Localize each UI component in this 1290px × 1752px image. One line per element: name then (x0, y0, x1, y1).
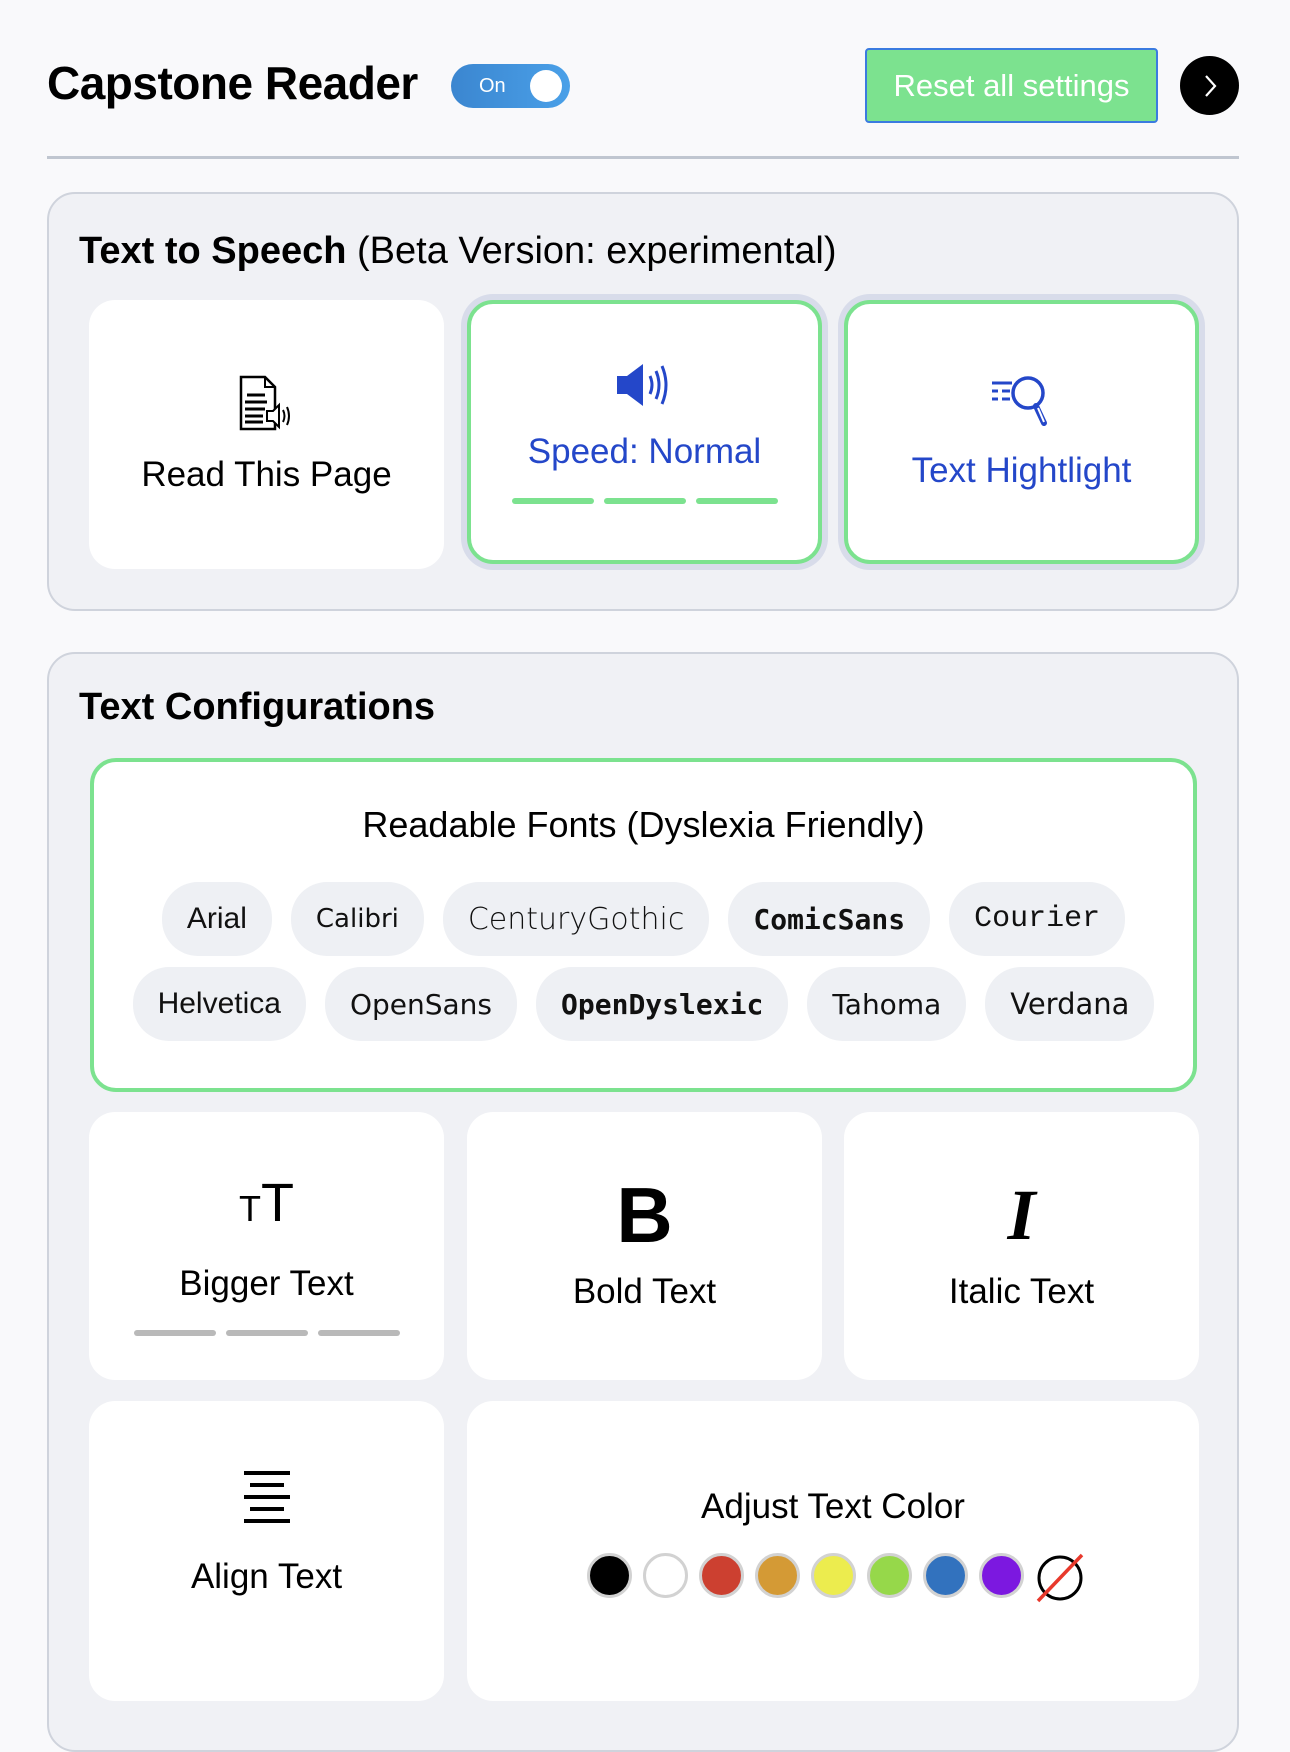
color-swatch[interactable] (810, 1553, 856, 1598)
color-swatch[interactable] (922, 1553, 968, 1598)
chevron-right-icon (1204, 74, 1216, 97)
magnifier-icon (991, 376, 1047, 426)
font-option-comicsans[interactable]: ComicSans (728, 882, 931, 956)
divider (47, 156, 1239, 159)
level-segment (695, 498, 778, 504)
card-label: Bigger Text (179, 1264, 354, 1303)
italic-text-card[interactable]: I Italic Text (844, 1112, 1199, 1380)
text-size-level-indicator (133, 1330, 400, 1336)
level-segment (511, 498, 594, 504)
level-segment (317, 1330, 400, 1336)
color-swatch[interactable] (866, 1553, 912, 1598)
level-segment (225, 1330, 308, 1336)
align-center-icon (243, 1471, 290, 1523)
text-to-speech-section: Text to Speech (Beta Version: experiment… (47, 192, 1239, 611)
font-option-centurygothic[interactable]: CenturyGothic (442, 882, 710, 956)
card-label: Align Text (190, 1557, 343, 1596)
card-label: Italic Text (948, 1272, 1095, 1311)
font-option-arial[interactable]: Arial (161, 882, 272, 956)
extension-toggle[interactable]: On (451, 64, 570, 108)
no-color-icon (1036, 1553, 1083, 1603)
font-option-verdana[interactable]: Verdana (985, 967, 1155, 1041)
color-swatches (586, 1553, 1083, 1603)
no-color-swatch[interactable] (1035, 1553, 1083, 1603)
font-option-courier[interactable]: Courier (949, 882, 1126, 956)
next-button[interactable] (1180, 56, 1239, 115)
app-title: Capstone Reader (47, 57, 418, 109)
heading-subtitle: (Beta Version: experimental) (346, 230, 837, 272)
speed-level-indicator (511, 498, 778, 504)
text-configurations-section: Text Configurations Readable Fonts (Dysl… (47, 652, 1239, 1752)
text-color-card: Adjust Text Color (467, 1401, 1199, 1701)
card-label: Read This Page (141, 454, 392, 494)
toggle-knob (530, 70, 562, 102)
card-label: Speed: Normal (527, 432, 762, 471)
font-option-opensans[interactable]: OpenSans (324, 967, 518, 1041)
italic-icon: I (1007, 1175, 1036, 1255)
read-page-card[interactable]: Read This Page (89, 300, 444, 569)
speaker-icon (616, 364, 667, 406)
font-option-opendyslexic[interactable]: OpenDyslexic (536, 967, 789, 1041)
color-swatch[interactable] (754, 1553, 800, 1598)
font-option-calibri[interactable]: Calibri (290, 882, 424, 956)
section-heading: Text Configurations (79, 686, 436, 728)
heading-bold: Text to Speech (79, 230, 347, 272)
align-text-card[interactable]: Align Text (89, 1401, 444, 1701)
fonts-title: Readable Fonts (Dyslexia Friendly) (362, 804, 925, 845)
font-option-helvetica[interactable]: Helvetica (132, 967, 306, 1041)
color-swatch[interactable] (642, 1553, 688, 1598)
level-segment (603, 498, 686, 504)
bold-text-card[interactable]: B Bold Text (467, 1112, 822, 1380)
bold-icon: B (616, 1171, 673, 1259)
speed-card[interactable]: Speed: Normal (467, 300, 822, 564)
readable-fonts-panel: Readable Fonts (Dyslexia Friendly) Arial… (90, 758, 1197, 1092)
card-label: Text Hightlight (911, 451, 1132, 490)
color-swatch[interactable] (698, 1553, 744, 1598)
document-speaker-icon (239, 375, 290, 430)
card-label: Adjust Text Color (701, 1487, 965, 1526)
card-label: Bold Text (572, 1272, 717, 1311)
reset-all-settings-button[interactable]: Reset all settings (865, 48, 1158, 123)
text-size-icon: TT (239, 1173, 294, 1233)
text-highlight-card[interactable]: Text Hightlight (844, 300, 1199, 564)
font-option-tahoma[interactable]: Tahoma (807, 967, 967, 1041)
level-segment (133, 1330, 216, 1336)
section-heading: Text to Speech (Beta Version: experiment… (79, 230, 836, 273)
toggle-label: On (479, 75, 506, 97)
bigger-text-card[interactable]: TT Bigger Text (89, 1112, 444, 1380)
color-swatch[interactable] (978, 1553, 1024, 1598)
color-swatch[interactable] (586, 1553, 632, 1598)
